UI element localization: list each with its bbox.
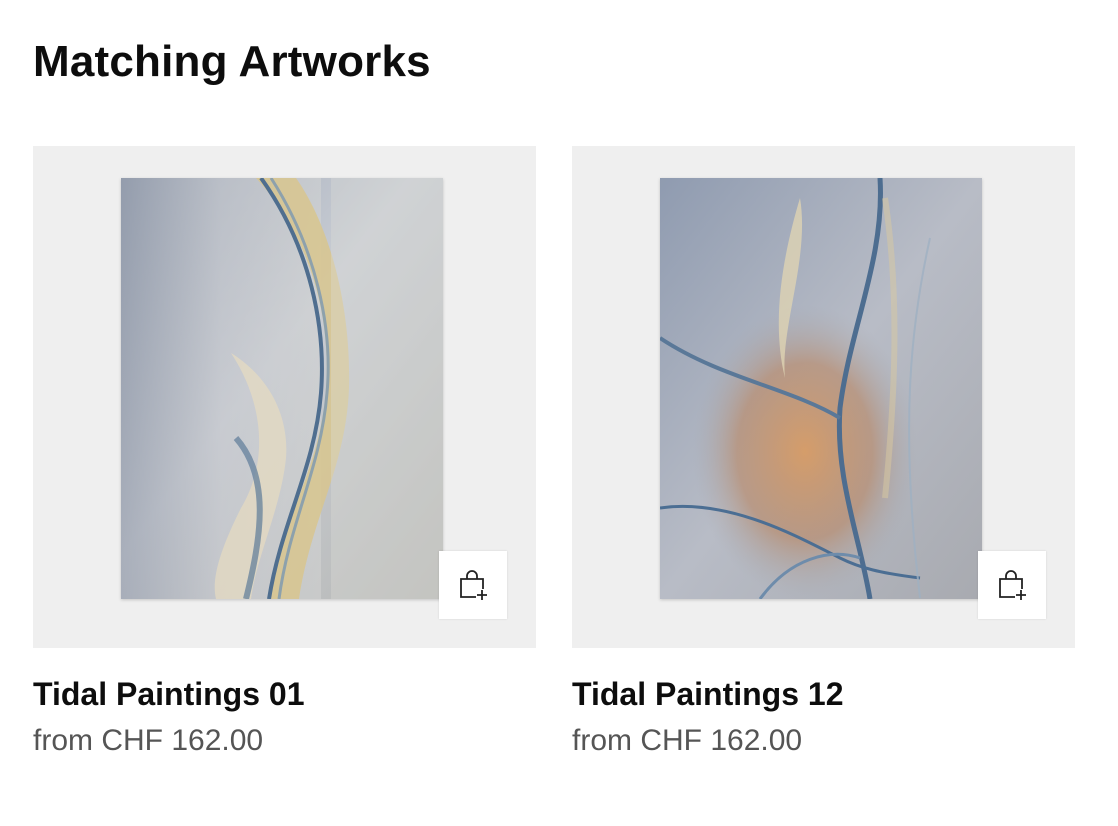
shopping-bag-plus-icon — [999, 570, 1027, 601]
artwork-title-link[interactable]: Tidal Paintings 12 — [572, 674, 1075, 714]
section-title: Matching Artworks — [33, 37, 431, 86]
artwork-image-frame[interactable] — [572, 146, 1075, 648]
artwork-image[interactable] — [121, 178, 443, 599]
artwork-image-frame[interactable] — [33, 146, 536, 648]
add-to-cart-button[interactable] — [978, 551, 1046, 619]
artwork-price: from CHF 162.00 — [33, 724, 264, 757]
artwork-image[interactable] — [660, 178, 982, 599]
add-to-cart-button[interactable] — [439, 551, 507, 619]
artwork-price: from CHF 162.00 — [572, 724, 803, 757]
artwork-title-link[interactable]: Tidal Paintings 01 — [33, 674, 536, 714]
shopping-bag-plus-icon — [460, 570, 488, 601]
artwork-card: Tidal Paintings 01 from CHF 162.00 — [33, 146, 536, 760]
artwork-card: Tidal Paintings 12 from CHF 162.00 — [572, 146, 1075, 760]
